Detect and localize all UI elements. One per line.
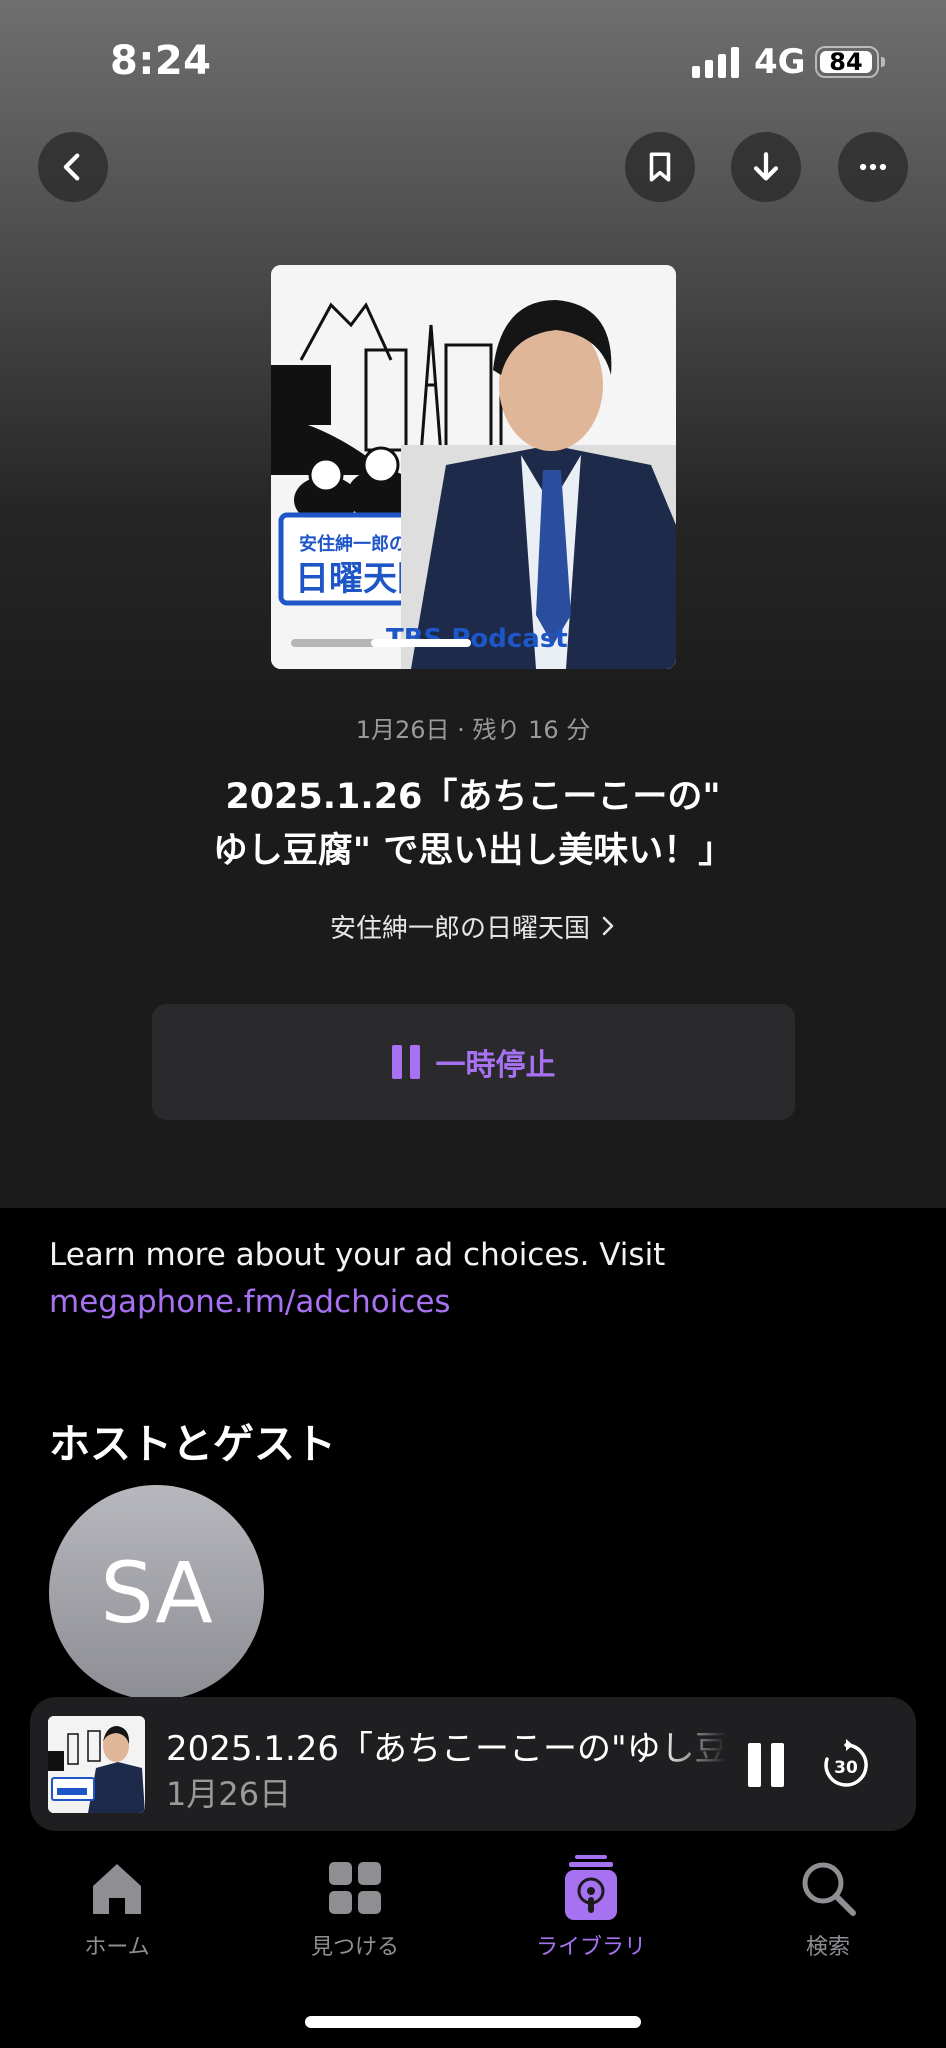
grid-icon	[329, 1862, 381, 1914]
episode-title-line1: 2025.1.26「あちこーこーの"	[225, 777, 721, 817]
description-text: Learn more about your ad choices. Visit	[49, 1237, 666, 1273]
artwork-progress-fill	[371, 639, 471, 647]
battery-icon: 84	[815, 46, 885, 78]
tab-search-label: 検索	[805, 1935, 850, 1960]
mini-player[interactable]: 2025.1.26「あちこーこーの"ゆし豆腐" で思い出し美味い！」 1月26日…	[30, 1697, 916, 1831]
home-icon	[93, 1864, 141, 1914]
search-icon	[802, 1862, 856, 1916]
episode-title-line2: ゆし豆腐" で思い出し美味い！」	[212, 831, 734, 871]
back-button[interactable]	[38, 132, 108, 202]
status-time: 8:24	[110, 38, 212, 84]
hosts-section-title: ホストとゲスト	[49, 1420, 336, 1468]
chevron-right-icon	[602, 916, 614, 936]
pause-label: 一時停止	[435, 1048, 556, 1083]
home-indicator[interactable]	[305, 2016, 641, 2028]
episode-artwork: 安住紳一郎の 日曜天国 10 TBS Podcast	[271, 265, 676, 669]
bookmark-icon	[649, 152, 671, 182]
svg-text:30: 30	[834, 1758, 858, 1778]
ellipsis-icon	[859, 163, 887, 171]
tab-home[interactable]: ホーム	[37, 1855, 197, 1961]
tab-search[interactable]: 検索	[748, 1855, 908, 1961]
tab-library[interactable]: ライブラリ	[511, 1855, 671, 1961]
mini-player-title: 2025.1.26「あちこーこーの"ゆし豆腐" で思い出し美味い！」	[166, 1729, 726, 1769]
episode-meta: 1月26日 · 残り 16 分	[355, 716, 591, 744]
tab-discover[interactable]: 見つける	[275, 1855, 435, 1961]
mini-player-date: 1月26日	[166, 1775, 292, 1813]
bookmark-button[interactable]	[625, 132, 695, 202]
library-icon	[565, 1855, 617, 1920]
tab-discover-label: 見つける	[310, 1935, 399, 1960]
episode-title: 2025.1.26「あちこーこーの" ゆし豆腐" で思い出し美味い！」	[100, 770, 846, 878]
mini-pause-button[interactable]	[738, 1737, 794, 1793]
show-name: 安住紳一郎の日曜天国	[329, 914, 590, 944]
battery-level: 84	[820, 50, 872, 74]
pause-button[interactable]: 一時停止	[152, 1004, 795, 1120]
artwork-show-small: 安住紳一郎の	[299, 533, 407, 555]
chevron-left-icon	[63, 153, 80, 181]
download-arrow-icon	[753, 152, 779, 181]
tab-library-label: ライブラリ	[535, 1935, 646, 1960]
adchoices-link[interactable]: megaphone.fm/adchoices	[49, 1284, 451, 1320]
skip-forward-30-button[interactable]: 30	[816, 1735, 876, 1795]
episode-description: Learn more about your ad choices. Visit …	[49, 1232, 899, 1326]
show-link[interactable]: 安住紳一郎の日曜天国	[0, 908, 946, 945]
pause-icon	[391, 1045, 420, 1079]
host-avatar[interactable]: SA	[49, 1485, 264, 1700]
download-button[interactable]	[731, 132, 801, 202]
mini-player-artwork	[48, 1716, 145, 1813]
more-options-button[interactable]	[838, 132, 908, 202]
tab-home-label: ホーム	[84, 1935, 150, 1960]
cellular-signal-icon	[692, 46, 740, 78]
network-type: 4G	[754, 42, 806, 82]
